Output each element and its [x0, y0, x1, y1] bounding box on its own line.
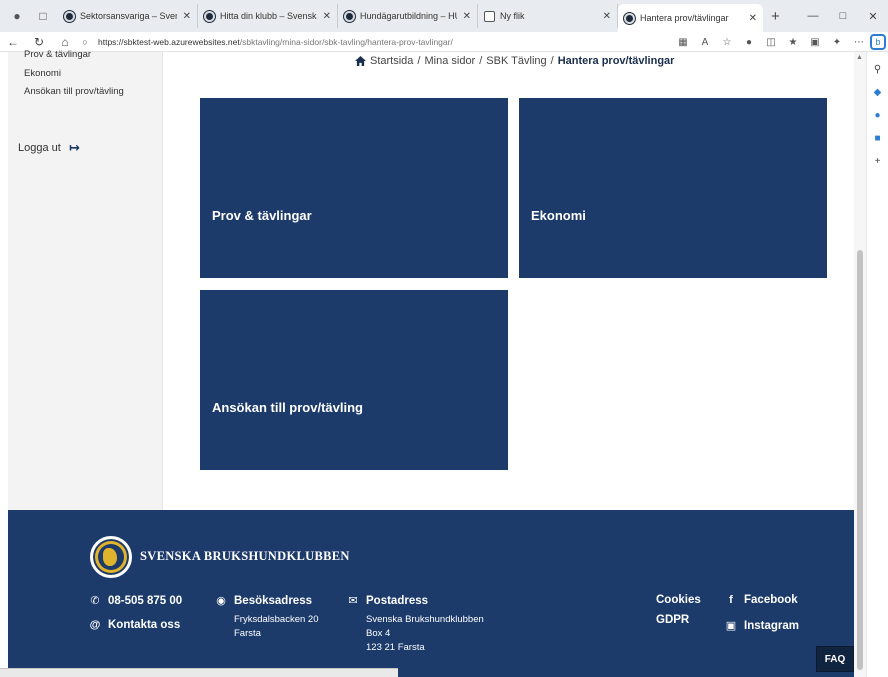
collections-icon[interactable]: ▣	[804, 37, 826, 48]
favorite-icon[interactable]: ☆	[716, 37, 738, 48]
sidebar-item-ekonomi[interactable]: Ekonomi	[24, 68, 61, 79]
breadcrumb-separator: /	[417, 55, 421, 67]
tile-ekonomi[interactable]: Ekonomi	[519, 98, 827, 278]
visit-address-heading: ◉ Besöksadress	[214, 594, 312, 608]
post-address-heading: ✉ Postadress	[346, 594, 428, 608]
profile-icon[interactable]: ●	[8, 7, 26, 25]
close-icon[interactable]: ✕	[183, 11, 191, 22]
mail-icon: ✉	[348, 595, 358, 607]
split-screen-icon[interactable]: ◫	[760, 37, 782, 48]
read-aloud-icon[interactable]: A	[694, 37, 716, 48]
browser-tab[interactable]: Hundägarutbildning – HUS – Sve ✕	[338, 4, 478, 28]
dog-head-icon	[103, 548, 117, 566]
tile-label: Ansökan till prov/tävling	[212, 400, 363, 415]
new-tab-icon[interactable]: +	[771, 8, 780, 25]
close-icon[interactable]: ✕	[749, 13, 757, 24]
visit-address-line: Fryksdalsbacken 20	[234, 614, 319, 625]
tile-prov-tavlingar[interactable]: Prov & tävlingar	[200, 98, 508, 278]
breadcrumb-separator: /	[550, 55, 554, 67]
brand-name: SVENSKA BRUKSHUNDKLUBBEN	[140, 549, 350, 563]
phone-icon: ✆	[90, 595, 100, 607]
breadcrumb-current: Hantera prov/tävlingar	[557, 55, 675, 67]
url-field[interactable]: https://sbktest-web.azurewebsites.net/sb…	[98, 37, 453, 47]
club-logo[interactable]	[90, 536, 132, 578]
outlook-icon[interactable]: ■	[867, 133, 888, 144]
edge-profile-icon[interactable]: b	[870, 34, 886, 50]
sidebar-item-prov-tavlingar[interactable]: Prov & tävlingar	[24, 49, 91, 60]
browser-tab-active[interactable]: Hantera prov/tävlingar ✕	[618, 4, 763, 32]
page-scrollbar[interactable]: ▲	[854, 52, 866, 677]
breadcrumb-separator: /	[479, 55, 483, 67]
breadcrumb: Startsida / Mina sidor / SBK Tävling / H…	[355, 55, 674, 67]
home-icon[interactable]: ⌂	[52, 35, 78, 49]
edge-sidebar: ⚲ ◆ ● ■ +	[866, 52, 888, 677]
close-icon[interactable]: ✕	[603, 11, 611, 22]
home-icon[interactable]	[355, 56, 366, 66]
post-address-line: 123 21 Farsta	[366, 642, 425, 653]
reader-icon[interactable]: ▦	[672, 37, 694, 48]
instagram-icon: ▣	[725, 620, 737, 632]
tools-icon[interactable]: ●	[867, 110, 888, 121]
logout-icon: ↦	[68, 140, 80, 155]
extensions-icon[interactable]: ●	[738, 37, 760, 48]
status-bar	[0, 668, 398, 677]
site-favicon	[204, 10, 215, 22]
facebook-icon: f	[729, 594, 733, 606]
site-favicon	[64, 10, 75, 22]
scroll-up-icon[interactable]: ▲	[856, 54, 863, 61]
location-pin-icon: ◉	[216, 595, 226, 607]
browser-tab[interactable]: Sektorsansvariga – Svenska Bruk ✕	[58, 4, 198, 28]
tile-label: Ekonomi	[531, 208, 586, 223]
site-footer: SVENSKA BRUKSHUNDKLUBBEN ✆ 08-505 875 00…	[8, 510, 865, 677]
minimize-icon[interactable]: —	[798, 10, 828, 22]
site-favicon	[624, 12, 635, 24]
address-bar-actions: ▦ A ☆ ● ◫ ★ ▣ ✦ ⋯ b	[672, 32, 888, 52]
lock-icon[interactable]: ○	[78, 37, 92, 47]
contact-link[interactable]: @ Kontakta oss	[88, 619, 181, 631]
more-icon[interactable]: ⋯	[848, 37, 870, 48]
back-icon[interactable]: ←	[0, 35, 26, 49]
search-icon[interactable]: ⚲	[867, 64, 888, 75]
shopping-icon[interactable]: ◆	[867, 87, 888, 98]
window-close-icon[interactable]: ✕	[858, 10, 888, 23]
refresh-icon[interactable]: ↻	[26, 35, 52, 49]
browser-tab[interactable]: Ny flik ✕	[478, 4, 618, 28]
page-sidebar: Prov & tävlingar Ekonomi Ansökan till pr…	[8, 49, 163, 510]
close-icon[interactable]: ✕	[323, 11, 331, 22]
close-icon[interactable]: ✕	[463, 11, 471, 22]
breadcrumb-item[interactable]: SBK Tävling	[486, 55, 546, 67]
tile-ansokan[interactable]: Ansökan till prov/tävling	[200, 290, 508, 470]
phone-link[interactable]: ✆ 08-505 875 00	[88, 594, 182, 608]
facebook-link[interactable]: f Facebook	[724, 594, 798, 606]
visit-address-line: Farsta	[234, 628, 261, 639]
scrollbar-thumb[interactable]	[857, 250, 863, 670]
tab-actions-icon[interactable]: □	[34, 7, 52, 25]
favorites-icon[interactable]: ★	[782, 37, 804, 48]
post-address-line: Box 4	[366, 628, 391, 639]
browser-tab-bar: ● □ Sektorsansvariga – Svenska Bruk ✕ Hi…	[0, 0, 888, 32]
at-icon: @	[89, 619, 101, 631]
sidebar-item-ansokan[interactable]: Ansökan till prov/tävling	[24, 86, 124, 97]
instagram-link[interactable]: ▣ Instagram	[724, 619, 799, 633]
copilot-icon[interactable]: ✦	[826, 37, 848, 48]
browser-tab[interactable]: Hitta din klubb – Svenska Bruksh ✕	[198, 4, 338, 28]
tile-label: Prov & tävlingar	[212, 208, 312, 223]
logout-label: Logga ut	[18, 142, 61, 154]
site-favicon	[344, 10, 355, 22]
faq-button[interactable]: FAQ	[816, 646, 854, 672]
maximize-icon[interactable]: □	[828, 10, 858, 22]
address-bar: ← ↻ ⌂ ○ https://sbktest-web.azurewebsite…	[0, 32, 888, 52]
breadcrumb-item[interactable]: Startsida	[370, 55, 413, 67]
cookies-link[interactable]: Cookies	[656, 594, 701, 606]
breadcrumb-item[interactable]: Mina sidor	[424, 55, 475, 67]
gdpr-link[interactable]: GDPR	[656, 614, 689, 626]
post-address-line: Svenska Brukshundklubben	[366, 614, 484, 625]
window-controls: — □ ✕	[798, 0, 888, 32]
logout-link[interactable]: Logga ut ↦	[18, 140, 80, 156]
add-icon[interactable]: +	[867, 156, 888, 167]
new-tab-page-icon	[484, 10, 495, 22]
